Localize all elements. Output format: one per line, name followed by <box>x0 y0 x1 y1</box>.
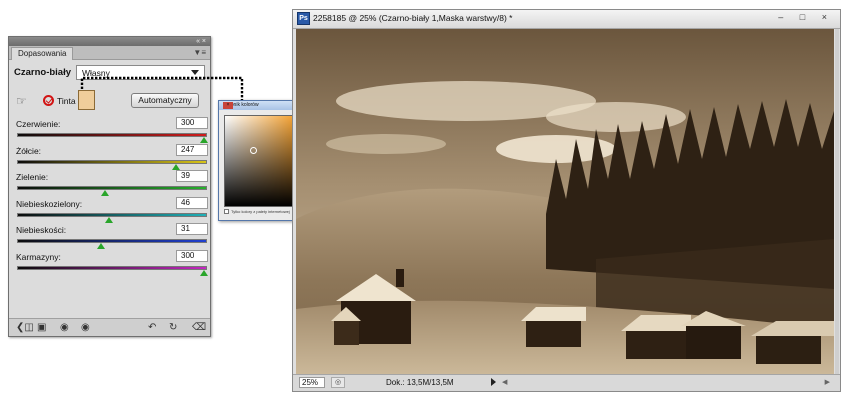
document-statusbar: 25% ◎ Dok.: 13,5M/13,5M ◀ ▶ <box>293 374 840 391</box>
tint-label: Tinta <box>57 96 76 106</box>
slider-label: Czerwienie: <box>16 119 61 129</box>
tab-adjustments[interactable]: Dopasowania <box>11 47 74 60</box>
document-window: Ps 2258185 @ 25% (Czarno-biały 1,Maska w… <box>292 9 841 392</box>
slider-thumb[interactable] <box>200 137 208 143</box>
vertical-scrollbar[interactable] <box>835 29 839 374</box>
color-field-cursor <box>250 147 257 154</box>
back-icon[interactable]: ❮◫ <box>16 322 34 333</box>
slider-track[interactable] <box>17 186 207 190</box>
status-arrow-icon[interactable] <box>491 378 496 386</box>
reset-icon[interactable]: ↶ <box>148 322 156 333</box>
window-controls[interactable]: – □ × <box>778 12 834 22</box>
scroll-right-icon[interactable]: ▶ <box>825 378 830 386</box>
view-icon[interactable]: ▣ <box>37 322 46 333</box>
slider-label: Żółcie: <box>16 145 42 156</box>
slider-thumb[interactable] <box>100 190 109 196</box>
slider-track[interactable] <box>17 265 207 270</box>
slider-label: Niebieskości: <box>16 225 67 235</box>
refresh-icon[interactable]: ↻ <box>169 322 177 333</box>
slider-label: Zielenie: <box>16 172 49 182</box>
panel-tab-bar: Dopasowania ▼≡ <box>9 46 210 60</box>
slider-value-field[interactable]: 46 <box>176 196 208 209</box>
slider-value-field[interactable]: 31 <box>176 223 208 235</box>
panel-bottom-toolbar: ❮◫ ▣ ◉ ◉ ↶ ↻ ⌫ <box>9 318 210 336</box>
web-colors-checkbox[interactable] <box>224 209 229 214</box>
panel-menu-icon[interactable]: ▼≡ <box>193 48 206 57</box>
slider-label: Niebieskozielony: <box>16 198 83 209</box>
document-size: Dok.: 13,5M/13,5M <box>386 378 454 387</box>
slider-value-field[interactable]: 300 <box>176 117 208 129</box>
targeted-adjustment-hand-icon[interactable]: ☞ <box>16 94 27 108</box>
layer-icon[interactable]: ◉ <box>60 322 69 333</box>
zoom-field[interactable]: 25% <box>299 377 325 388</box>
slider-thumb[interactable] <box>104 216 113 223</box>
delete-icon[interactable]: ⌫ <box>192 322 206 333</box>
document-titlebar[interactable]: Ps 2258185 @ 25% (Czarno-biały 1,Maska w… <box>293 10 840 29</box>
tint-checkbox[interactable] <box>43 95 54 106</box>
close-icon[interactable]: × <box>223 102 233 109</box>
farmhouse-middle <box>521 307 586 347</box>
slider-track[interactable] <box>17 239 207 243</box>
status-menu-button[interactable]: ◎ <box>331 377 345 388</box>
slider-row: Karmazyny: 300 <box>16 249 208 284</box>
slider-track[interactable] <box>17 133 207 137</box>
web-colors-label: Tylko kolory z palety internetowej <box>231 209 290 214</box>
document-title: 2258185 @ 25% (Czarno-biały 1,Maska wars… <box>313 13 513 23</box>
scroll-left-icon[interactable]: ◀ <box>502 378 507 386</box>
slider-thumb[interactable] <box>200 269 208 276</box>
slider-value-field[interactable]: 300 <box>176 249 208 262</box>
slider-label: Karmazyny: <box>16 251 61 262</box>
preset-label: Czarno-biały <box>14 67 72 78</box>
slider-thumb[interactable] <box>171 163 180 170</box>
document-canvas[interactable] <box>296 29 834 374</box>
panel-title-strip[interactable]: « × <box>9 37 210 46</box>
sepia-winter-landscape-image <box>296 29 834 374</box>
panel-collapse-close-controls[interactable]: « × <box>196 37 206 46</box>
slider-thumb[interactable] <box>97 243 106 249</box>
photoshop-icon: Ps <box>297 12 310 25</box>
eye-icon[interactable]: ◉ <box>81 322 90 333</box>
slider-value-field[interactable]: 39 <box>176 170 208 182</box>
slider-value-field[interactable]: 247 <box>176 143 208 156</box>
